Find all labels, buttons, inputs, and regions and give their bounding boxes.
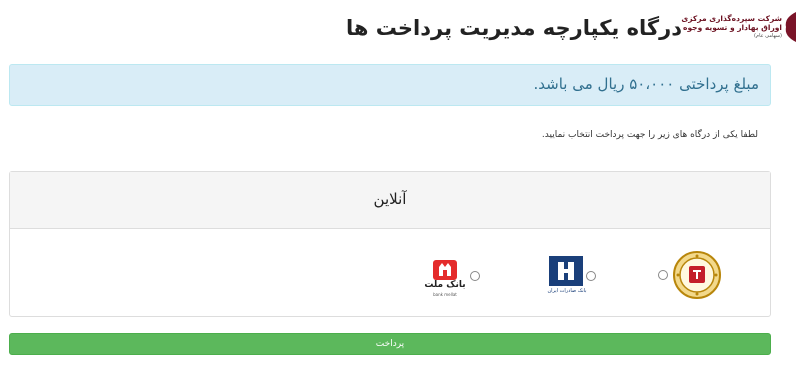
gateway-option-saderat[interactable]: بانک صادرات ایران [546,256,626,300]
logo-line-1: شرکت سپرده‌گذاری مرکزی [681,14,782,23]
gateway-instruction: لطفا یکی از درگاه های زیر را جهت پرداخت … [541,130,758,140]
bank-mellat-icon [433,260,457,280]
gateway-option-mellat[interactable]: بانک ملت bank mellat [420,258,500,302]
mellat-caption: bank mellat [433,292,457,297]
panel-heading: آنلاین [10,172,770,229]
pay-button[interactable]: پرداخت [9,333,771,355]
gateway-radio-melli[interactable] [658,270,668,280]
logo-emblem-icon [785,12,796,42]
saderat-caption: بانک صادرات ایران [547,288,587,294]
gateway-option-melli[interactable] [658,250,728,306]
bank-saderat-icon [549,256,583,286]
bank-melli-icon [673,251,721,299]
payment-amount-text: مبلغ پرداختی ۵۰،۰۰۰ ریال می باشد. [533,75,759,93]
gateway-radio-mellat[interactable] [470,271,480,281]
logo-line-3: (سهامی عام) [754,33,782,39]
panel-title: آنلاین [373,190,407,208]
gateway-radio-saderat[interactable] [586,271,596,281]
header: درگاه یکپارچه مدیریت پرداخت ها شرکت سپرد… [0,0,800,58]
payment-amount-alert: مبلغ پرداختی ۵۰،۰۰۰ ریال می باشد. [9,64,771,106]
logo-line-2: اوراق بهادار و تسویه وجوه [683,23,782,32]
gateway-panel: آنلاین بانک صادرات ایران بانک ملت bank m… [9,171,771,317]
mellat-label: بانک ملت [424,280,466,290]
page-title: درگاه یکپارچه مدیریت پرداخت ها [345,16,682,40]
company-logo: شرکت سپرده‌گذاری مرکزی اوراق بهادار و تس… [681,10,796,46]
